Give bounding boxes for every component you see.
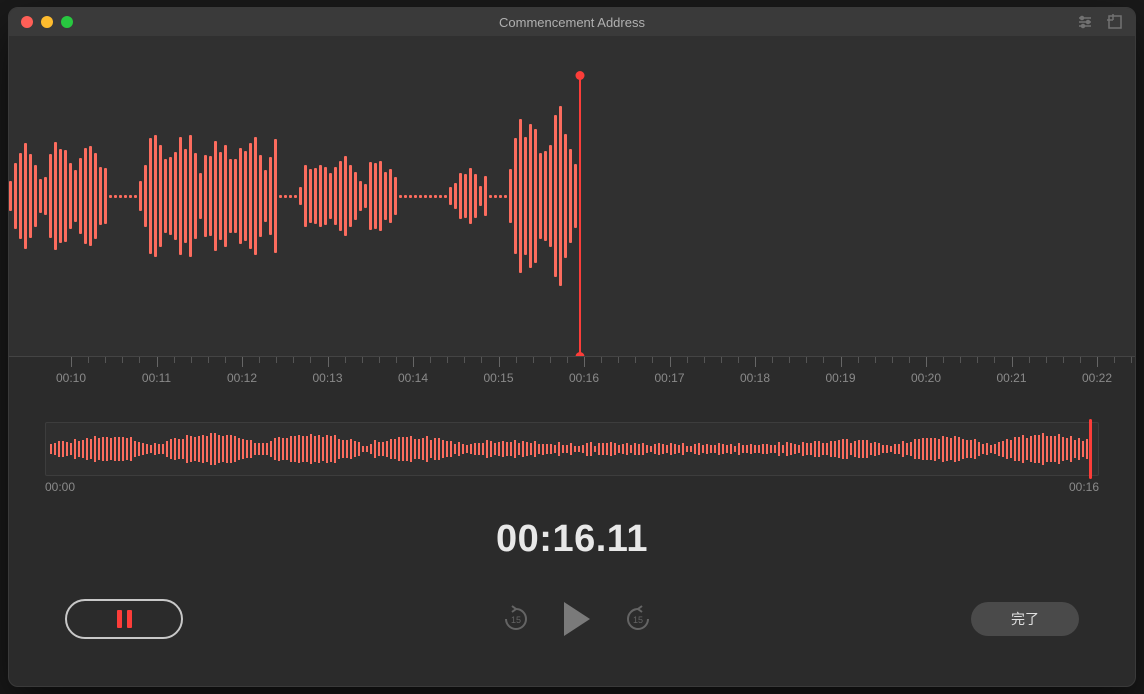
ruler-label: 00:22 <box>1082 371 1112 385</box>
playhead[interactable] <box>579 76 581 356</box>
ruler-label: 00:18 <box>740 371 770 385</box>
window-title: Commencement Address <box>499 15 645 30</box>
close-window-button[interactable] <box>21 16 33 28</box>
voice-memo-window: Commencement Address 00:1000:1100:1200:1… <box>8 7 1136 687</box>
overview-times: 00:00 00:16 <box>45 480 1099 494</box>
overview-start-time: 00:00 <box>45 480 75 494</box>
ruler-label: 00:11 <box>142 371 171 385</box>
play-button[interactable] <box>564 602 590 636</box>
pause-button[interactable] <box>65 599 183 639</box>
ruler-label: 00:12 <box>227 371 257 385</box>
current-time-display: 00:16.11 <box>9 518 1135 561</box>
minimize-window-button[interactable] <box>41 16 53 28</box>
ruler-label: 00:15 <box>483 371 513 385</box>
done-button[interactable]: 完了 <box>971 602 1079 636</box>
center-controls: 15 15 <box>502 602 652 636</box>
overview-section: 00:00 00:16 <box>9 404 1135 494</box>
overview-playhead[interactable] <box>1089 419 1092 479</box>
transport-controls: 15 15 完了 <box>9 561 1135 639</box>
traffic-lights <box>21 16 73 28</box>
trim-icon[interactable] <box>1107 14 1123 30</box>
ruler-label: 00:20 <box>911 371 941 385</box>
ruler-label: 00:13 <box>312 371 342 385</box>
overview-waveform[interactable] <box>45 422 1099 476</box>
fullscreen-window-button[interactable] <box>61 16 73 28</box>
titlebar-tools <box>1077 14 1123 30</box>
pause-icon <box>117 610 132 628</box>
svg-text:15: 15 <box>511 615 521 625</box>
skip-back-button[interactable]: 15 <box>502 605 530 633</box>
ruler-label: 00:16 <box>569 371 599 385</box>
ruler-label: 00:14 <box>398 371 428 385</box>
done-button-label: 完了 <box>1011 609 1039 629</box>
ruler-label: 00:19 <box>825 371 855 385</box>
main-waveform[interactable] <box>9 36 1135 356</box>
titlebar: Commencement Address <box>9 8 1135 36</box>
ruler-label: 00:17 <box>654 371 684 385</box>
svg-text:15: 15 <box>633 615 643 625</box>
ruler-label: 00:10 <box>56 371 86 385</box>
skip-forward-button[interactable]: 15 <box>624 605 652 633</box>
time-ruler[interactable]: 00:10 00:11 00:12 00:13 00:14 00:15 00:16 00:17… <box>9 356 1135 404</box>
settings-icon[interactable] <box>1077 14 1093 30</box>
overview-end-time: 00:16 <box>1069 480 1099 494</box>
ruler-label: 00:21 <box>996 371 1026 385</box>
